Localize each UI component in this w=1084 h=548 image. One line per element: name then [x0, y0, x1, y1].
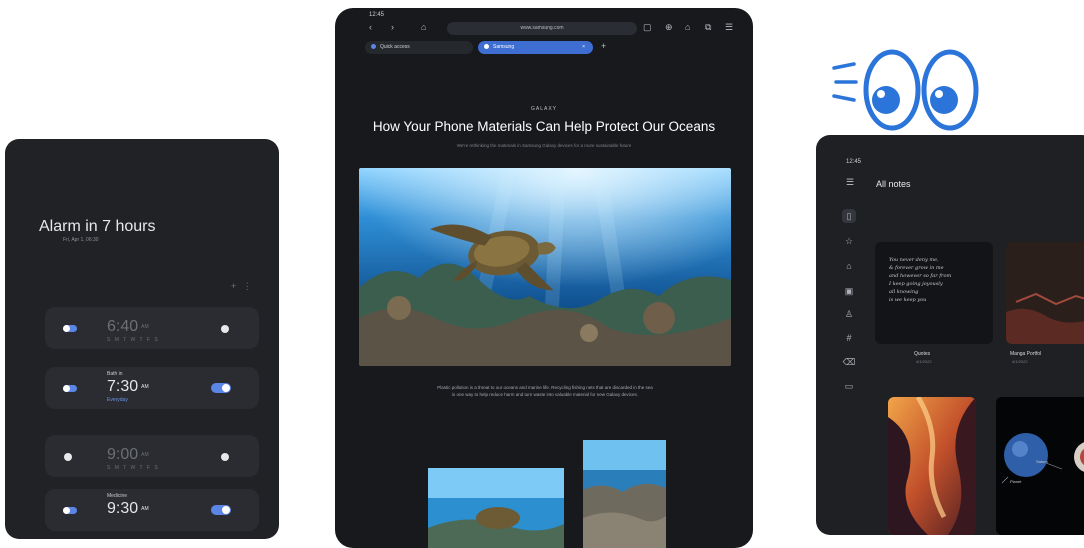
alarm-name: Bath in	[107, 371, 123, 377]
clock-tablet: Alarm in 7 hours Fri, Apr 1, 06:30 + ⋮ 6…	[5, 139, 279, 539]
reminders-icon[interactable]: ▣	[842, 284, 856, 298]
select-dot[interactable]	[64, 453, 72, 461]
status-time: 12:45	[846, 159, 862, 165]
alarm-toggle-off[interactable]	[221, 453, 229, 461]
note-date: 4/1/2022	[1012, 359, 1028, 364]
menu-icon[interactable]: ☰	[725, 22, 733, 33]
alarm-row[interactable]: 6:40 AM S M T W T F S	[45, 307, 259, 349]
browser-toolbar: ‹ › ⌂ www.samsung.com ▢ ⊕ ⌂ ⧉ ☰	[365, 21, 735, 37]
all-notes-icon[interactable]: ▯	[842, 209, 856, 223]
home-icon[interactable]: ⌂	[421, 22, 426, 32]
bookmark-icon[interactable]: ⌂	[685, 22, 690, 32]
alarm-row[interactable]: Medicine 9:30 AM	[45, 489, 259, 531]
back-icon[interactable]: ‹	[369, 22, 372, 32]
shared-icon[interactable]: ⌂	[842, 259, 856, 273]
hero-image-sea-turtle	[359, 168, 731, 366]
article-image-reef	[583, 440, 666, 548]
note-date: 4/1/2022	[916, 359, 932, 364]
tab-quick-access[interactable]: Quick access	[365, 41, 473, 54]
tabs-icon[interactable]: ⧉	[705, 22, 711, 33]
tab-samsung[interactable]: Samsung ×	[478, 41, 593, 54]
download-icon[interactable]: ⊕	[665, 22, 673, 33]
alarm-name: Medicine	[107, 493, 128, 499]
forward-icon[interactable]: ›	[391, 22, 394, 32]
note-card-manga[interactable]	[1006, 242, 1084, 344]
alarm-time: 6:40 AM	[107, 318, 149, 335]
trash-icon[interactable]: ⌫	[842, 355, 856, 369]
tags-icon[interactable]: #	[842, 331, 856, 345]
alarm-time: 9:30 AM	[107, 500, 149, 517]
menu-icon[interactable]: ☰	[846, 177, 854, 188]
alarm-days: S M T W T F S	[107, 465, 160, 471]
alarm-subheader: Fri, Apr 1, 06:30	[63, 237, 99, 243]
note-card-space[interactable]: Saturn Planet	[996, 397, 1084, 535]
eyes-doodle	[832, 38, 992, 138]
alarm-toggle-on[interactable]	[211, 383, 231, 393]
note-label: Manga Portfol	[1010, 351, 1042, 357]
status-time: 12:45	[369, 12, 385, 18]
space-label: Saturn	[1036, 459, 1048, 464]
new-tab-icon[interactable]: +	[601, 41, 606, 51]
article-subtitle: We're rethinking the materials in Samsun…	[456, 143, 632, 148]
alarm-row[interactable]: 9:00 AM S M T W T F S	[45, 435, 259, 477]
select-toggle[interactable]	[63, 507, 77, 514]
url-bar[interactable]: www.samsung.com	[447, 22, 637, 35]
tab-strip: Quick access Samsung × +	[365, 41, 735, 55]
article-image-turtle	[428, 468, 564, 548]
notes-tablet: 12:45 ☰ All notes ▯ ☆ ⌂ ▣ ♙ # ⌫ ▭ You ne…	[816, 135, 1084, 535]
alarm-toolbar[interactable]: + ⋮	[231, 281, 254, 292]
note-card-quotes[interactable]: You never deny me, & forever grow in me …	[875, 242, 993, 344]
favorites-icon[interactable]: ☆	[842, 234, 856, 248]
alarm-toggle-off[interactable]	[221, 325, 229, 333]
space-label: Planet	[1010, 479, 1022, 484]
select-toggle[interactable]	[63, 325, 77, 332]
browser-tablet: 12:45 ‹ › ⌂ www.samsung.com ▢ ⊕ ⌂ ⧉ ☰ Qu…	[335, 8, 753, 548]
select-toggle[interactable]	[63, 385, 77, 392]
article-body: Plastic pollution is a threat to our oce…	[437, 385, 653, 397]
close-tab-icon[interactable]: ×	[582, 41, 585, 54]
reader-icon[interactable]: ▢	[643, 22, 652, 33]
alarm-header: Alarm in 7 hours	[39, 218, 156, 235]
alarm-time: 9:00 AM	[107, 446, 149, 463]
alarm-time: 7:30 AM	[107, 378, 149, 395]
alarm-days: S M T W T F S	[107, 337, 160, 343]
notes-title: All notes	[876, 179, 911, 189]
note-card-canyon[interactable]	[888, 397, 976, 535]
article-eyebrow: GALAXY	[530, 106, 557, 112]
alarm-row[interactable]: Bath in 7:30 AM Everyday	[45, 367, 259, 409]
alarm-repeat: Everyday	[107, 397, 128, 403]
people-icon[interactable]: ♙	[842, 307, 856, 321]
note-label: Quotes	[914, 351, 931, 357]
folders-icon[interactable]: ▭	[842, 379, 856, 393]
alarm-toggle-on[interactable]	[211, 505, 231, 515]
article-title: How Your Phone Materials Can Help Protec…	[372, 119, 716, 134]
handwriting: You never deny me, & forever grow in me …	[889, 257, 952, 303]
